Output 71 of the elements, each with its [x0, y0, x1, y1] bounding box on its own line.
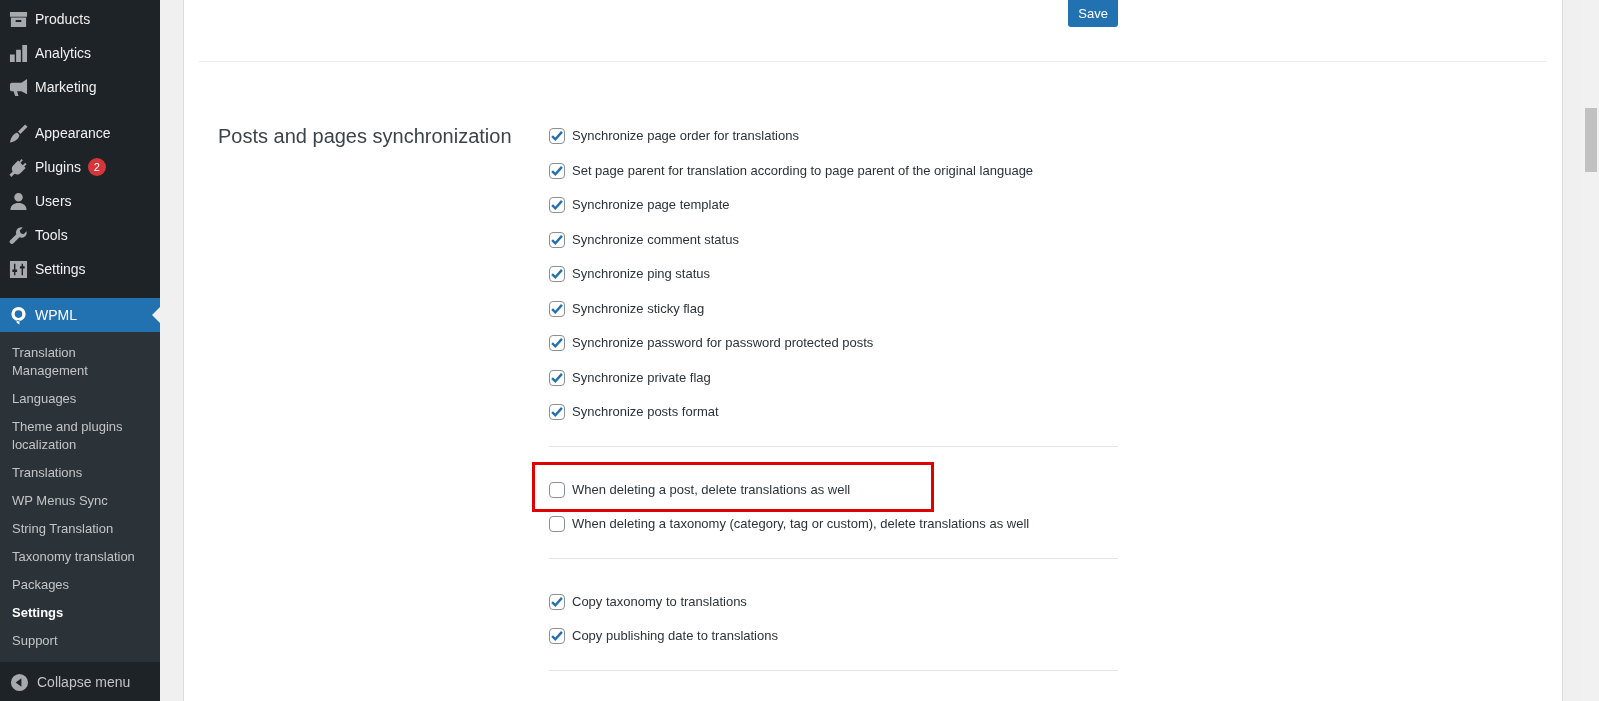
- wrench-icon: [9, 225, 28, 245]
- submenu-item[interactable]: Packages: [0, 571, 160, 599]
- submenu-item[interactable]: Languages: [0, 385, 160, 413]
- submenu-item[interactable]: Support: [0, 627, 160, 655]
- menu-item[interactable]: Users: [0, 184, 160, 218]
- submenu-item[interactable]: Translations: [0, 459, 160, 487]
- scrollbar-thumb[interactable]: [1585, 108, 1597, 172]
- checkmark-icon: [551, 164, 563, 177]
- option-label: Synchronize posts format: [572, 403, 719, 422]
- option-label: Synchronize sticky flag: [572, 299, 705, 318]
- bar-chart-icon: [9, 43, 28, 63]
- checkmark-icon: [551, 233, 563, 246]
- checkbox[interactable]: [549, 266, 565, 283]
- option-label: Synchronize password for password protected posts: [572, 334, 874, 353]
- checkbox[interactable]: [549, 231, 565, 248]
- submenu-item[interactable]: Translation Management: [0, 339, 160, 385]
- option-label: Synchronize page template: [572, 196, 730, 215]
- checkbox[interactable]: [549, 128, 565, 145]
- option-label: When deleting a taxonomy (category, tag or custom), delete translations as well: [572, 515, 1030, 534]
- menu-item[interactable]: Plugins 2: [0, 150, 160, 184]
- option-label: Synchronize page order for translations: [572, 127, 799, 146]
- menu-item[interactable]: Tools: [0, 218, 160, 252]
- option-label: Copy publishing date to translations: [572, 627, 778, 646]
- checkmark-icon: [551, 130, 563, 143]
- section-title: Posts and pages synchronization: [218, 124, 513, 149]
- checkmark-icon: [551, 630, 563, 643]
- option-label: When deleting a post, delete translations as well: [572, 480, 851, 499]
- user-icon: [9, 191, 28, 211]
- option-label: Synchronize comment status: [572, 230, 739, 249]
- option-label: Set page parent for translation according to page parent of the original language: [572, 161, 1034, 180]
- menu-item[interactable]: Settings: [0, 252, 160, 286]
- checkbox[interactable]: [549, 481, 565, 498]
- paintbrush-icon: [9, 123, 28, 143]
- collapse-menu-button[interactable]: Collapse menu: [0, 665, 160, 699]
- option-label: Synchronize ping status: [572, 265, 711, 284]
- menu-item[interactable]: Products: [0, 2, 160, 36]
- submenu-item[interactable]: WP Menus Sync: [0, 487, 160, 515]
- menu-item[interactable]: Analytics: [0, 36, 160, 70]
- checkmark-icon: [551, 302, 563, 315]
- count-badge: 2: [87, 158, 106, 176]
- save-button[interactable]: Save: [1068, 0, 1118, 27]
- checkmark-icon: [551, 371, 563, 384]
- checkbox[interactable]: [549, 335, 565, 352]
- option-label: Synchronize private flag: [572, 368, 711, 387]
- menu-item[interactable]: Marketing: [0, 70, 160, 104]
- ring-logo-icon: [9, 305, 28, 325]
- submenu-item[interactable]: Theme and plugins localization: [0, 413, 160, 459]
- megaphone-icon: [9, 77, 28, 97]
- checkmark-icon: [551, 406, 563, 419]
- checkbox[interactable]: [549, 369, 565, 386]
- checkbox[interactable]: [549, 593, 565, 610]
- checkbox[interactable]: [549, 516, 565, 533]
- plug-icon: [9, 157, 28, 177]
- option-label: Copy taxonomy to translations: [572, 592, 747, 611]
- left-circle-arrow-icon: [10, 672, 29, 692]
- checkmark-icon: [551, 268, 563, 281]
- menu-item[interactable]: WPML: [0, 298, 160, 332]
- checkmark-icon: [551, 199, 563, 212]
- checkbox[interactable]: [549, 628, 565, 645]
- checkbox[interactable]: [549, 300, 565, 317]
- checkmark-icon: [551, 595, 563, 608]
- submenu-item[interactable]: Settings: [0, 599, 160, 627]
- sliders-icon: [9, 259, 28, 279]
- checkbox[interactable]: [549, 197, 565, 214]
- checkbox[interactable]: [549, 404, 565, 421]
- checkbox[interactable]: [549, 162, 565, 179]
- checkmark-icon: [551, 337, 563, 350]
- menu-item[interactable]: Appearance: [0, 116, 160, 150]
- submenu-item[interactable]: String Translation: [0, 515, 160, 543]
- submenu-item[interactable]: Taxonomy translation: [0, 543, 160, 571]
- archive-box-icon: [9, 9, 28, 29]
